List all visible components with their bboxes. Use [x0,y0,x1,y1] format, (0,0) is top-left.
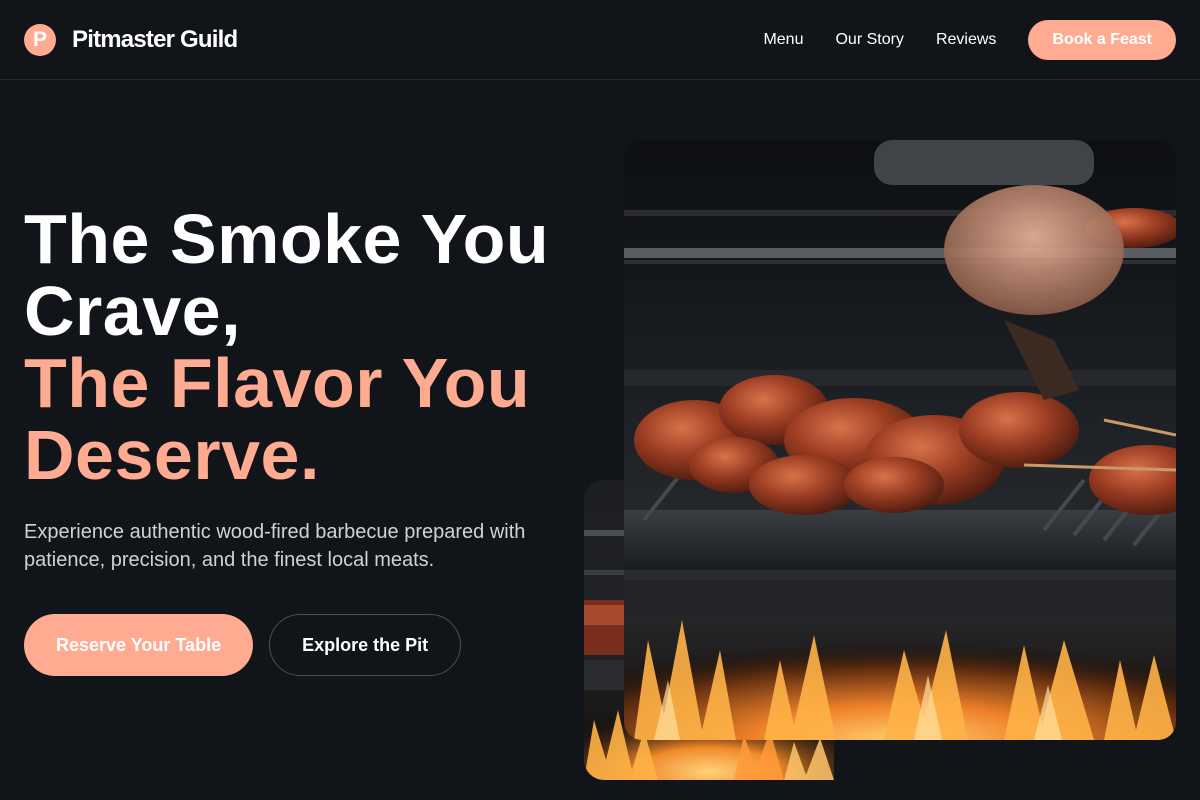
top-nav: P Pitmaster Guild Menu Our Story Reviews… [0,0,1200,80]
headline-line-1: The Smoke You [24,200,550,278]
brand-logo-icon: P [24,23,56,56]
hero-text: The Smoke You Crave, The Flavor You Dese… [24,203,584,676]
brand[interactable]: P Pitmaster Guild [24,23,238,56]
nav-link-our-story[interactable]: Our Story [835,31,903,49]
headline-line-3: The Flavor You [24,344,531,422]
bbq-grill-illustration [624,140,1176,740]
headline-line-4: Deserve. [24,416,320,494]
headline-line-2: Crave, [24,272,242,350]
hero-headline: The Smoke You Crave, The Flavor You Dese… [24,203,584,491]
brand-name: Pitmaster Guild [72,25,238,53]
nav-link-reviews[interactable]: Reviews [936,31,996,49]
reserve-table-button[interactable]: Reserve Your Table [24,614,254,676]
hero-cta-row: Reserve Your Table Explore the Pit [24,614,584,676]
nav-links: Menu Our Story Reviews [763,31,996,49]
hero-subtitle: Experience authentic wood-fired barbecue… [24,521,526,571]
nav-link-menu[interactable]: Menu [763,31,803,49]
book-a-feast-button[interactable]: Book a Feast [1028,19,1176,60]
bbq-grill-image [624,140,1176,740]
explore-pit-button[interactable]: Explore the Pit [269,614,462,676]
page: P Pitmaster Guild Menu Our Story Reviews… [0,0,1200,800]
